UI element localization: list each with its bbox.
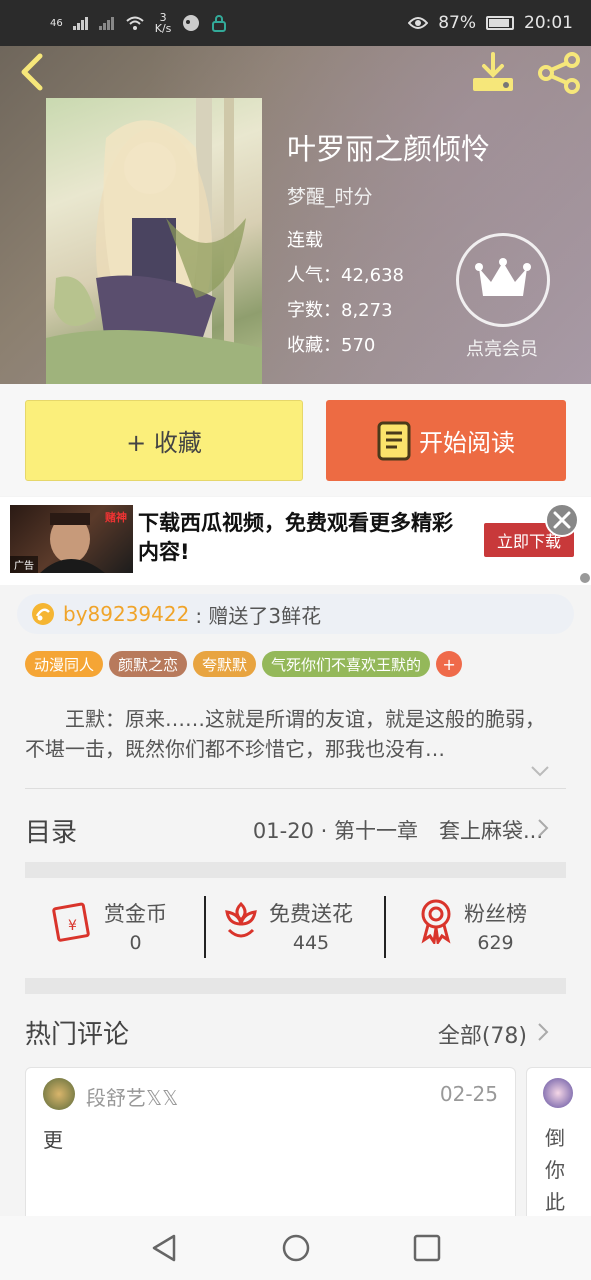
red-envelope-icon: ¥	[52, 902, 90, 942]
toc-latest-chapter: 01-20 · 第十一章 套上麻袋...	[252, 819, 543, 843]
book-word-count: 字数：8,273	[287, 300, 393, 321]
tag-chip[interactable]: 颜默之恋	[109, 651, 188, 677]
section-divider	[25, 862, 566, 878]
app-notification-icon	[183, 15, 200, 31]
signal-bars-icon	[72, 17, 88, 30]
ad-thumbnail[interactable]: 赌神 广告	[10, 505, 133, 573]
ad-text[interactable]: 下载西瓜视频，免费观看更多精彩内容!	[138, 509, 468, 567]
book-popularity: 人气：42,638	[287, 265, 404, 286]
tag-list: 动漫同人 颜默之恋 夸默默 气死你们不喜欢王默的 +	[25, 651, 463, 677]
medal-icon	[421, 899, 451, 944]
action-row: + 收藏 开始阅读	[0, 384, 591, 496]
gift-user[interactable]: by89239422	[63, 602, 189, 626]
hot-comments-title: 热门评论	[25, 1020, 130, 1050]
avatar[interactable]	[43, 1078, 75, 1110]
comment-date: 02-25	[439, 1082, 498, 1106]
stat-value: 445	[292, 932, 330, 954]
stat-separator	[204, 896, 206, 958]
divider	[25, 788, 566, 789]
table-of-contents-row[interactable]: 目录 01-20 · 第十一章 套上麻袋...	[0, 790, 591, 864]
stat-label: 赏金币	[104, 902, 167, 926]
comment-card[interactable]: 倒你此	[526, 1067, 591, 1227]
comment-body: 更	[43, 1128, 63, 1152]
free-flower-button[interactable]: 免费送花 445	[221, 898, 353, 954]
tag-chip[interactable]: 气死你们不喜欢王默的	[262, 651, 431, 677]
toc-title: 目录	[25, 818, 78, 848]
lock-icon	[212, 15, 227, 32]
download-icon[interactable]	[470, 52, 516, 94]
crown-icon	[475, 258, 531, 296]
comment-body: 倒你此	[545, 1126, 565, 1214]
vip-button[interactable]	[456, 233, 550, 327]
back-triangle-icon[interactable]	[148, 1232, 180, 1264]
chevron-down-icon[interactable]	[530, 764, 550, 778]
book-author[interactable]: 梦醒_时分	[287, 182, 373, 209]
ad-tag: 广告	[10, 556, 38, 573]
ad-info-icon[interactable]	[580, 573, 590, 583]
gift-notice: by89239422 : 赠送了3鲜花	[17, 594, 574, 634]
close-icon	[553, 511, 571, 529]
back-button[interactable]	[14, 52, 54, 92]
ad-banner[interactable]: 赌神 广告 下载西瓜视频，免费观看更多精彩内容! 立即下载	[0, 497, 591, 585]
chevron-right-icon	[538, 819, 549, 837]
tag-chip[interactable]: 动漫同人	[25, 651, 104, 677]
book-title: 叶罗丽之颜倾怜	[287, 132, 491, 166]
book-status: 连载	[287, 230, 323, 251]
stat-value: 629	[477, 932, 514, 954]
battery-icon	[486, 16, 514, 30]
favorite-button-label: + 收藏	[126, 429, 202, 457]
favorite-button[interactable]: + 收藏	[25, 400, 303, 481]
clock: 20:01	[524, 13, 573, 33]
reward-coins-button[interactable]: ¥ 赏金币 0	[52, 898, 167, 954]
wifi-icon	[126, 16, 144, 30]
status-bar: 46 3 K/s 87% 20:01	[0, 0, 591, 46]
chevron-right-icon[interactable]	[536, 1022, 550, 1042]
gift-text: : 赠送了3鲜花	[195, 603, 322, 628]
signal-icon: 46	[50, 17, 63, 29]
fan-ranking-button[interactable]: 粉丝榜 629	[416, 898, 527, 954]
book-favorites: 收藏：570	[287, 335, 376, 356]
share-icon[interactable]	[536, 50, 582, 96]
ad-brand: 赌神	[105, 511, 127, 524]
stat-separator	[384, 896, 386, 958]
stat-value: 0	[129, 932, 142, 954]
section-divider	[25, 978, 566, 994]
flower-gift-icon	[32, 603, 54, 625]
comment-card[interactable]: 段舒艺𝕏𝕏 02-25 更	[25, 1067, 516, 1227]
battery-percent: 87%	[438, 13, 476, 33]
net-speed-unit: K/s	[154, 22, 172, 35]
add-tag-button[interactable]: +	[436, 651, 463, 677]
system-nav-bar	[0, 1216, 591, 1280]
synopsis[interactable]: 王默：原来……这就是所谓的友谊，就是这般的脆弱，不堪一击，既然你们都不珍惜它，那…	[25, 704, 560, 764]
hot-comments-header: 热门评论 全部(78)	[0, 1000, 591, 1064]
start-reading-label: 开始阅读	[419, 429, 515, 457]
start-reading-button[interactable]: 开始阅读	[326, 400, 566, 481]
stat-label: 粉丝榜	[464, 902, 527, 926]
flower-icon	[225, 901, 257, 938]
avatar[interactable]	[543, 1078, 573, 1108]
ad-close-button[interactable]	[545, 503, 579, 537]
comment-author[interactable]: 段舒艺𝕏𝕏	[86, 1082, 178, 1111]
book-cover[interactable]	[46, 98, 262, 384]
all-comments-link[interactable]: 全部(78)	[438, 1018, 527, 1050]
home-circle-icon[interactable]	[280, 1232, 312, 1264]
svg-text:¥: ¥	[68, 918, 77, 934]
signal-bars-2-icon	[98, 17, 114, 30]
recent-square-icon[interactable]	[411, 1232, 443, 1264]
tag-chip[interactable]: 夸默默	[193, 651, 257, 677]
book-icon	[377, 421, 411, 460]
stat-label: 免费送花	[269, 902, 353, 926]
eye-icon	[408, 17, 429, 29]
vip-label[interactable]: 点亮会员	[450, 335, 554, 361]
stats-row: ¥ 赏金币 0 免费送花 445 粉丝榜 629	[0, 880, 591, 976]
